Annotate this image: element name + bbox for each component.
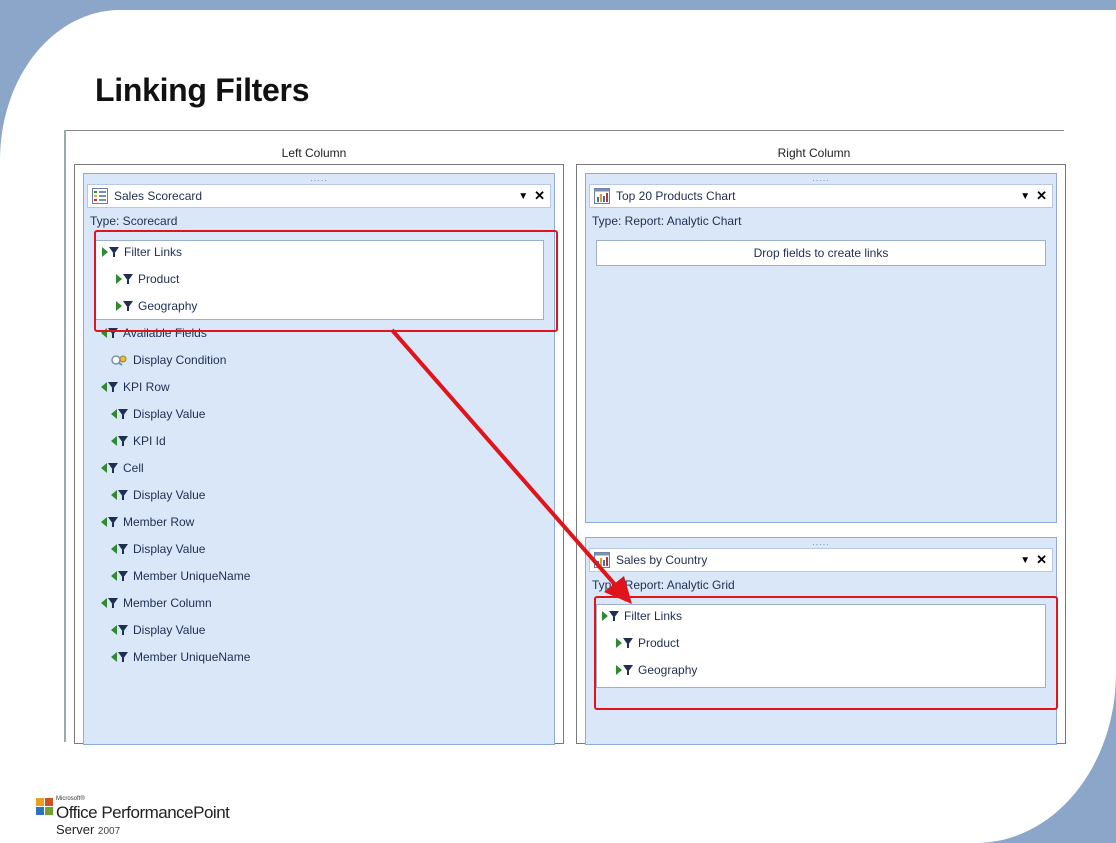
office-logo-icon	[36, 798, 54, 816]
slide: Linking Filters Left Column Right Column…	[0, 10, 1116, 843]
link-arrow	[390, 328, 632, 604]
